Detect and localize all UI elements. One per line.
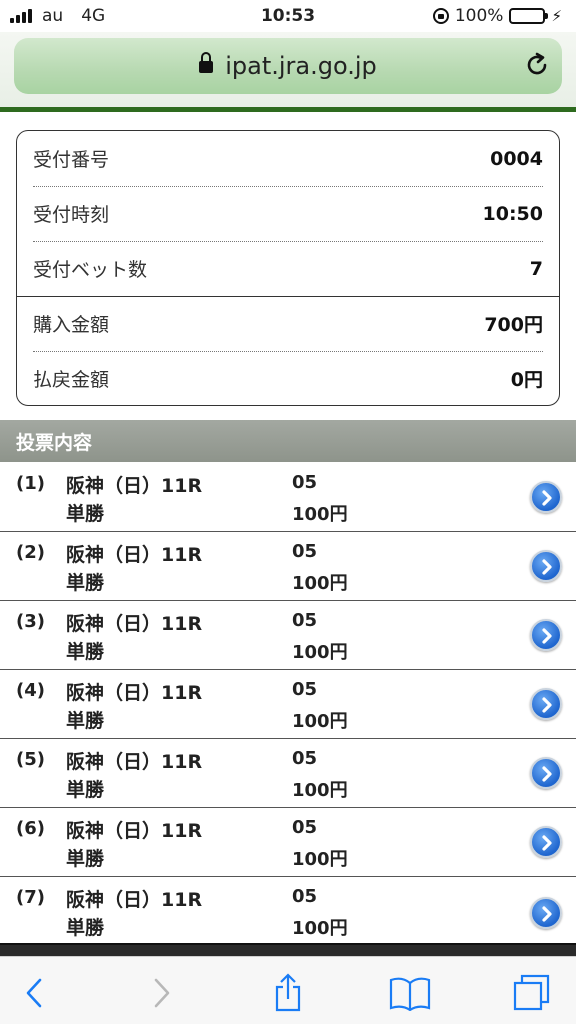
vote-amount: 100円 xyxy=(292,642,348,663)
share-icon xyxy=(275,973,301,1012)
vote-race: 阪神（日）11R xyxy=(66,475,203,497)
vote-race: 阪神（日）11R xyxy=(66,820,203,842)
vote-number: (1) xyxy=(16,473,45,494)
vote-amount: 100円 xyxy=(292,849,348,870)
vote-race: 阪神（日）11R xyxy=(66,544,203,566)
browser-toolbar xyxy=(0,956,576,1024)
vote-race: 阪神（日）11R xyxy=(66,751,203,773)
vote-bet-type: 単勝 xyxy=(66,572,105,594)
chevron-right-circle-icon[interactable] xyxy=(530,897,562,929)
vote-amount: 100円 xyxy=(292,573,348,594)
vote-row[interactable]: (3) 阪神（日）11R 単勝 05 100円 xyxy=(0,601,576,670)
vote-row[interactable]: (4) 阪神（日）11R 単勝 05 100円 xyxy=(0,670,576,739)
summary-row-receipt-number: 受付番号 0004 xyxy=(33,131,543,186)
vote-horse-number: 05 xyxy=(292,610,318,631)
url-display[interactable]: ipat.jra.go.jp xyxy=(14,52,562,80)
vote-race: 阪神（日）11R xyxy=(66,613,203,635)
vote-horse-number: 05 xyxy=(292,472,318,493)
vote-horse-number: 05 xyxy=(292,679,318,700)
vote-bet-type: 単勝 xyxy=(66,503,105,525)
vote-horse-number: 05 xyxy=(292,748,318,769)
orientation-lock-icon xyxy=(432,8,449,24)
summary-value: 700円 xyxy=(484,314,543,336)
vote-row[interactable]: (5) 阪神（日）11R 単勝 05 100円 xyxy=(0,739,576,808)
chevron-right-circle-icon[interactable] xyxy=(530,688,562,720)
vote-number: (6) xyxy=(16,818,45,839)
vote-row[interactable]: (7) 阪神（日）11R 単勝 05 100円 xyxy=(0,877,576,949)
summary-label: 払戻金額 xyxy=(33,369,110,391)
receipt-summary: 受付番号 0004 受付時刻 10:50 受付ベット数 7 購入金額 700円 … xyxy=(16,130,560,406)
vote-number: (7) xyxy=(16,887,45,908)
page-bottom-bar xyxy=(0,943,576,956)
tabs-button[interactable] xyxy=(510,971,554,1015)
vote-race: 阪神（日）11R xyxy=(66,889,203,911)
forward-button[interactable] xyxy=(140,971,184,1015)
vote-bet-type: 単勝 xyxy=(66,848,105,870)
summary-row-payout-amount: 払戻金額 0円 xyxy=(33,351,543,405)
summary-row-receipt-time: 受付時刻 10:50 xyxy=(33,186,543,241)
forward-icon xyxy=(154,978,170,1008)
battery-percent: 100% xyxy=(454,6,504,26)
vote-bet-type: 単勝 xyxy=(66,779,105,801)
vote-bet-type: 単勝 xyxy=(66,710,105,732)
share-button[interactable] xyxy=(266,971,310,1015)
vote-amount: 100円 xyxy=(292,711,348,732)
summary-row-bet-count: 受付ベット数 7 xyxy=(33,241,543,296)
vote-number: (4) xyxy=(16,680,45,701)
chevron-right-circle-icon[interactable] xyxy=(530,757,562,789)
lock-icon xyxy=(199,52,214,73)
status-bar: au 4G 10:53 100% ⚡ xyxy=(0,0,576,32)
status-right: 100% ⚡ xyxy=(432,6,562,26)
summary-row-purchase-amount: 購入金額 700円 xyxy=(33,296,543,351)
summary-value: 7 xyxy=(529,257,543,280)
bookmarks-button[interactable] xyxy=(388,971,432,1015)
reload-icon[interactable] xyxy=(524,52,550,78)
vote-number: (3) xyxy=(16,611,45,632)
chevron-right-circle-icon[interactable] xyxy=(530,481,562,513)
vote-amount: 100円 xyxy=(292,504,348,525)
chevron-right-circle-icon[interactable] xyxy=(530,619,562,651)
address-bar[interactable]: ipat.jra.go.jp xyxy=(14,38,562,94)
vote-row[interactable]: (2) 阪神（日）11R 単勝 05 100円 xyxy=(0,532,576,601)
vote-row[interactable]: (6) 阪神（日）11R 単勝 05 100円 xyxy=(0,808,576,877)
vote-number: (5) xyxy=(16,749,45,770)
vote-amount: 100円 xyxy=(292,918,348,939)
summary-value: 10:50 xyxy=(482,202,543,225)
bookmarks-icon xyxy=(389,977,431,1011)
summary-value: 0004 xyxy=(490,147,543,170)
vote-number: (2) xyxy=(16,542,45,563)
vote-bet-type: 単勝 xyxy=(66,641,105,663)
vote-horse-number: 05 xyxy=(292,817,318,838)
vote-horse-number: 05 xyxy=(292,541,318,562)
browser-address-area: ipat.jra.go.jp xyxy=(0,32,576,112)
vote-race: 阪神（日）11R xyxy=(66,682,203,704)
vote-bet-type: 単勝 xyxy=(66,917,105,939)
vote-horse-number: 05 xyxy=(292,886,318,907)
summary-value: 0円 xyxy=(510,369,543,391)
vote-amount: 100円 xyxy=(292,780,348,801)
summary-label: 受付番号 xyxy=(33,149,110,171)
vote-list: (1) 阪神（日）11R 単勝 05 100円 (2) 阪神（日）11R 単勝 … xyxy=(0,463,576,949)
battery-icon xyxy=(509,8,549,24)
charging-icon: ⚡ xyxy=(551,7,562,25)
summary-label: 購入金額 xyxy=(33,314,110,336)
section-header-votes: 投票内容 xyxy=(0,420,576,462)
vote-row[interactable]: (1) 阪神（日）11R 単勝 05 100円 xyxy=(0,463,576,532)
chevron-right-circle-icon[interactable] xyxy=(530,550,562,582)
tabs-icon xyxy=(513,974,550,1011)
url-text: ipat.jra.go.jp xyxy=(225,52,377,80)
summary-label: 受付ベット数 xyxy=(33,259,148,281)
summary-label: 受付時刻 xyxy=(33,204,110,226)
back-icon xyxy=(26,978,42,1008)
back-button[interactable] xyxy=(12,971,56,1015)
chevron-right-circle-icon[interactable] xyxy=(530,826,562,858)
